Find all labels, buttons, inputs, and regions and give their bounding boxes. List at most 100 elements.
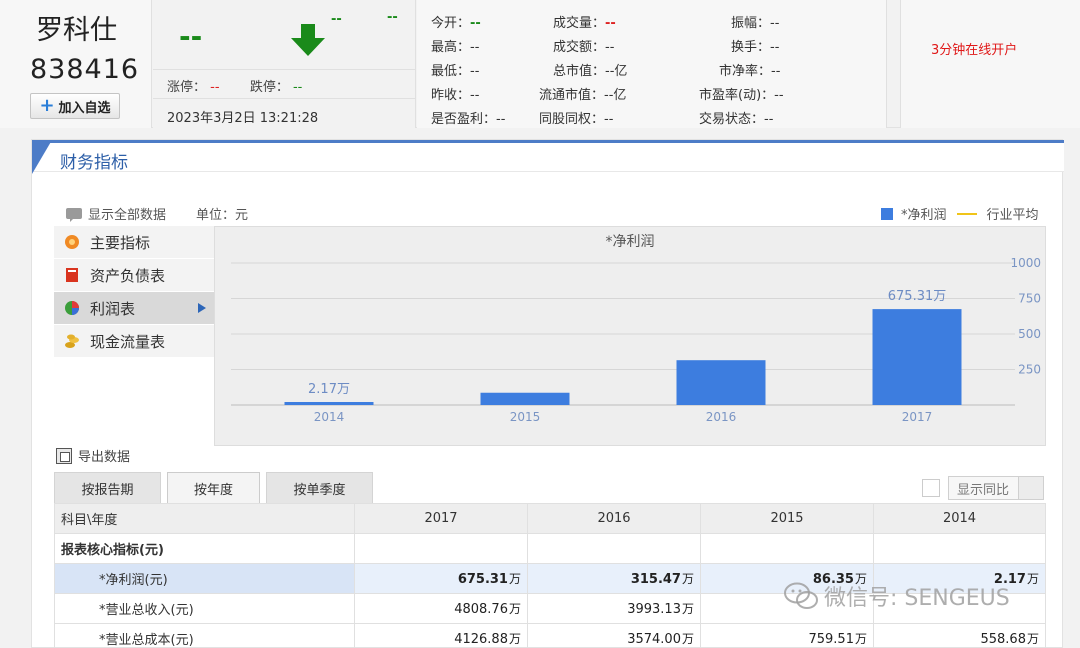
tab-by-year[interactable]: 按年度 xyxy=(167,472,260,504)
year-header: 2017 xyxy=(354,503,528,534)
watermark-text: 微信号: SENGEUS xyxy=(824,586,1010,611)
stat-value: -- xyxy=(770,16,780,31)
stat-value: -- xyxy=(604,112,614,127)
table-row-total-cost[interactable]: *营业总成本(元) 4126.88万 3574.00万 759.51万 558.… xyxy=(54,623,1046,648)
menu-item-label: 现金流量表 xyxy=(90,332,166,351)
open-account-link[interactable]: 3分钟在线开户 xyxy=(931,39,1017,58)
stat-value: -- xyxy=(496,112,506,127)
cell-value: 3993.13 xyxy=(627,602,681,617)
period-tabs: 按报告期 按年度 按单季度 xyxy=(54,472,373,504)
x-tick-label: 2016 xyxy=(706,410,737,424)
menu-item-label: 利润表 xyxy=(90,299,136,318)
cell-unit: 万 xyxy=(681,602,694,616)
data-label: 2.17万 xyxy=(308,382,350,397)
show-all-label: 显示全部数据 xyxy=(88,208,167,223)
menu-item-balance-sheet[interactable]: 资产负债表 xyxy=(54,259,214,292)
stat-label: 最高： xyxy=(431,40,471,55)
stat-float-cap: 流通市值：--亿 xyxy=(539,84,626,103)
stat-amplitude: 振幅：-- xyxy=(731,12,779,31)
stat-label: 换手： xyxy=(731,40,771,55)
price-box: -- -- -- 涨停： -- 跌停： -- 2023年3月2日 13:21:2… xyxy=(153,0,416,128)
stat-label: 交易状态： xyxy=(699,112,765,127)
cell-unit: 万 xyxy=(508,602,521,616)
cell-unit: 万 xyxy=(854,632,867,646)
menu-item-label: 资产负债表 xyxy=(90,266,166,285)
y-tick-label: 250 xyxy=(1018,363,1041,377)
stat-high: 最高：-- xyxy=(431,36,479,55)
stat-value: -- xyxy=(470,16,481,31)
stat-value: -- xyxy=(605,40,615,55)
show-all-data-toggle[interactable]: 显示全部数据 xyxy=(66,204,166,223)
row-label: *营业总成本(元) xyxy=(54,623,355,648)
bar-2016 xyxy=(676,360,766,405)
table-cell: 4808.76万 xyxy=(354,593,528,624)
x-tick-label: 2017 xyxy=(902,410,933,424)
watermark: 微信号: SENGEUS xyxy=(784,580,1010,612)
page: 罗科仕 838416 + 加入自选 -- -- -- 涨停： -- 跌停： -- xyxy=(0,0,1080,648)
tab-by-report-period[interactable]: 按报告期 xyxy=(54,472,161,503)
stat-label: 昨收： xyxy=(431,88,471,103)
table-cell xyxy=(700,533,874,564)
book-icon xyxy=(66,268,78,282)
chart-svg: *净利润 250 500 750 1000 2014 2.17万 2015 2016 2017 6… xyxy=(231,234,1041,424)
menu-item-label: 主要指标 xyxy=(90,233,151,252)
coins-icon xyxy=(65,334,79,348)
price-change: -- xyxy=(331,12,342,27)
menu-item-income-statement[interactable]: 利润表 xyxy=(54,292,214,325)
cell-unit: 万 xyxy=(1026,632,1039,646)
stock-code: 838416 xyxy=(30,54,140,85)
show-yoy-label: 显示同比 xyxy=(957,482,1010,498)
table-cell: 315.47万 xyxy=(527,563,701,594)
bar-2015 xyxy=(480,392,570,405)
y-tick-label: 750 xyxy=(1018,292,1041,306)
statement-menu: 主要指标 资产负债表 利润表 现金流量表 xyxy=(54,226,214,358)
financial-panel: 财务指标 显示全部数据 单位：元 *净利润 行业平均 主要指标 资产负债表 利润… xyxy=(31,139,1064,648)
table-cell xyxy=(873,533,1046,564)
add-watchlist-button[interactable]: + 加入自选 xyxy=(30,93,120,119)
stat-prev-close: 昨收：-- xyxy=(431,84,479,103)
cell-unit: 万 xyxy=(681,632,694,646)
stat-label: 流通市值： xyxy=(539,88,605,103)
stat-label: 最低： xyxy=(431,64,471,79)
cell-unit: 万 xyxy=(681,572,694,586)
table-cell: 558.68万 xyxy=(873,623,1046,648)
table-cell: 675.31万 xyxy=(354,563,528,594)
year-header: 2016 xyxy=(527,503,701,534)
stock-name: 罗科仕 xyxy=(36,15,117,46)
row-label: *营业总收入(元) xyxy=(54,593,355,624)
y-tick-label: 1000 xyxy=(1010,256,1041,270)
y-tick-label: 500 xyxy=(1018,327,1041,341)
stat-value: --亿 xyxy=(605,64,628,79)
tab-by-quarter[interactable]: 按单季度 xyxy=(266,472,373,503)
yoy-checkbox[interactable] xyxy=(922,479,940,497)
stat-value: -- xyxy=(771,64,781,79)
cell-value: 558.68 xyxy=(980,632,1026,647)
table-cell: 759.51万 xyxy=(700,623,874,648)
limit-down-value: -- xyxy=(292,80,303,95)
divider xyxy=(153,98,416,99)
table-corner-header: 科目\年度 xyxy=(54,503,355,534)
stat-pe: 市盈率(动)：-- xyxy=(699,84,784,103)
chart-legend: *净利润 行业平均 xyxy=(881,204,1039,223)
show-yoy-button[interactable]: 显示同比 xyxy=(948,476,1044,500)
yoy-compare: 显示同比 xyxy=(922,476,1044,500)
legend-bar-swatch xyxy=(881,207,893,220)
cell-unit: 万 xyxy=(508,572,521,586)
limit-up-label: 涨停： xyxy=(167,80,207,95)
data-label: 675.31万 xyxy=(888,289,947,304)
stat-value: -- xyxy=(470,88,480,103)
stat-volume: 成交量：-- xyxy=(553,12,616,31)
gear-flower-icon xyxy=(65,235,79,249)
add-watchlist-label: 加入自选 xyxy=(58,100,111,116)
menu-item-main-indicators[interactable]: 主要指标 xyxy=(54,226,214,259)
x-tick-label: 2015 xyxy=(510,410,541,424)
stat-value: -- xyxy=(770,40,780,55)
menu-item-cash-flow[interactable]: 现金流量表 xyxy=(54,325,214,358)
legend-line-label: 行业平均 xyxy=(986,208,1039,223)
export-data-button[interactable]: 导出数据 xyxy=(56,446,130,465)
cell-unit: 万 xyxy=(1026,572,1039,586)
cell-value: 759.51 xyxy=(808,632,854,647)
year-header: 2014 xyxy=(873,503,1046,534)
bar-2017 xyxy=(872,309,962,405)
year-header: 2015 xyxy=(700,503,874,534)
